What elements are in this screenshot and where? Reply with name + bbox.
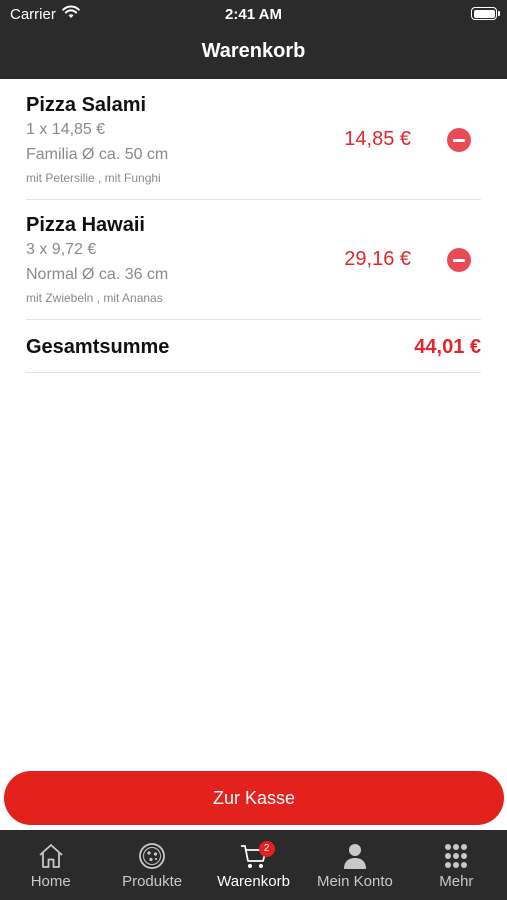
item-price: 29,16 € [344,248,411,270]
tab-label: Produkte [122,873,183,890]
item-size: Normal Ø ca. 36 cm [26,266,169,283]
tab-label: Mein Konto [316,873,393,890]
total-row: Gesamtsumme 44,01 € [26,320,481,373]
tab-produkte[interactable]: Produkte [101,830,202,900]
pizza-icon [139,843,166,869]
person-icon [343,844,366,869]
battery-icon [471,7,500,20]
item-extras: mit Petersilie , mit Funghi [26,171,161,185]
total-label: Gesamtsumme [26,336,170,358]
clock: 2:41 AM [225,6,282,23]
remove-item-button[interactable] [447,248,471,272]
item-quantity-price: 3 x 9,72 € [26,241,97,258]
cart-item: Pizza Hawaii 3 x 9,72 € Normal Ø ca. 36 … [26,200,481,320]
item-name: Pizza Salami [26,94,147,116]
total-value: 44,01 € [414,336,481,358]
item-name: Pizza Hawaii [26,214,145,236]
item-quantity-price: 1 x 14,85 € [26,121,106,138]
cart-item: Pizza Salami 1 x 14,85 € Familia Ø ca. 5… [26,80,481,200]
tab-warenkorb[interactable]: 2 Warenkorb [203,830,304,900]
page-title: Warenkorb [201,40,306,62]
tab-bar: Home Produkte 2 Warenkorb Mein Konto Meh… [0,830,507,900]
home-icon [39,844,63,868]
remove-item-button[interactable] [447,128,471,152]
tab-label: Warenkorb [217,873,290,890]
status-bar: Carrier 2:41 AM [0,0,507,28]
tab-mehr[interactable]: Mehr [406,830,507,900]
cart-count-badge: 2 [258,841,275,857]
tab-label: Mehr [439,873,474,890]
item-price: 14,85 € [344,128,411,150]
checkout-button[interactable]: Zur Kasse [4,771,504,825]
item-size: Familia Ø ca. 50 cm [26,146,169,163]
navigation-bar: Carrier 2:41 AM Warenkorb [0,0,507,79]
tab-label: Home [30,873,71,890]
grid-icon [445,844,468,868]
tab-mein-konto[interactable]: Mein Konto [304,830,405,900]
tab-home[interactable]: Home [0,830,101,900]
item-extras: mit Zwiebeln , mit Ananas [26,291,163,305]
